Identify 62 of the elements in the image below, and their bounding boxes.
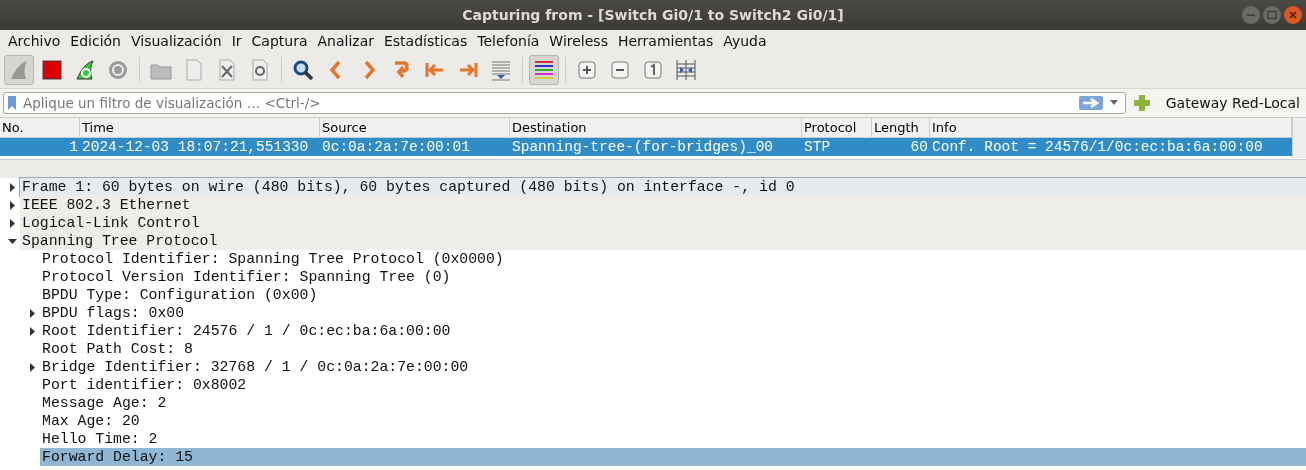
menu-item[interactable]: Archivo [3, 33, 66, 49]
tree-item[interactable]: Spanning Tree Protocol [20, 232, 1306, 250]
tree-item[interactable]: Hello Time: 2 [40, 430, 160, 448]
table-cell-text: 1 [68, 138, 79, 156]
tree-item[interactable]: Port identifier: 0x8002 [40, 376, 249, 394]
menu-item[interactable]: Estadísticas [379, 33, 473, 49]
window-title: Capturing from - [Switch Gi0/1 to Switch2 Gi0/1] [462, 7, 844, 23]
tree-item[interactable]: Max Age: 20 [40, 412, 142, 430]
menu-item[interactable]: Ayuda [718, 33, 772, 49]
column-header[interactable]: Destination [510, 118, 802, 137]
table-cell-text: 60 [909, 138, 929, 156]
menu-item[interactable]: Wireless [544, 33, 613, 49]
plus-icon[interactable] [1133, 95, 1150, 111]
tree-item[interactable]: Message Age: 2 [40, 394, 169, 412]
column-header[interactable]: Length [872, 118, 930, 137]
maximize-icon[interactable] [1263, 6, 1281, 24]
menu-item[interactable]: Telefonía [472, 33, 545, 49]
menu-item[interactable]: Ir [226, 33, 247, 49]
tree-item[interactable]: Root Identifier: 24576 / 1 / 0c:ec:ba:6a:00:00 [40, 322, 453, 340]
tree-item[interactable]: Logical-Link Control [20, 214, 1306, 232]
expand-arrow-icon[interactable] [7, 218, 17, 228]
display-filter-field[interactable]: Aplique un filtro de visualización … <Ctrl-/> [3, 92, 1126, 114]
apply-arrow-icon[interactable] [1078, 96, 1103, 110]
table-cell-text: STP [803, 138, 832, 156]
expand-arrow-icon[interactable] [27, 326, 37, 336]
tree-item[interactable]: Frame 1: 60 bytes on wire (480 bits), 60 bytes captured (480 bits) on interface -, id 0 [20, 178, 1306, 196]
menu-item[interactable]: Edición [65, 33, 126, 49]
menu-item[interactable]: Herramientas [612, 33, 719, 49]
column-header[interactable]: Protocol [802, 118, 872, 137]
column-header[interactable]: No. [0, 118, 80, 137]
minimize-icon[interactable] [1242, 6, 1260, 24]
column-header[interactable]: Source [320, 118, 510, 137]
filter-button[interactable]: Gateway Red-Local [1163, 95, 1302, 111]
expand-arrow-icon[interactable] [7, 182, 17, 192]
collapse-arrow-icon[interactable] [7, 236, 17, 246]
bookmark-icon[interactable] [7, 95, 17, 111]
colorize-icon[interactable] [529, 55, 559, 85]
close-icon[interactable] [1284, 6, 1302, 24]
vertical-scrollbar[interactable] [1292, 118, 1306, 158]
expand-arrow-icon[interactable] [7, 200, 17, 210]
expand-arrow-icon[interactable] [27, 308, 37, 318]
tree-item[interactable]: BPDU flags: 0x00 [40, 304, 187, 322]
packet-row[interactable]: 1 2024-12-03 18:07:21,551330 0c:0a:2a:7e:00:01 Spanning-tree-(for-bridges)_00 STP 60 Conf. Root = 24576/1/0c:ec:ba:6a:00:00 [0, 138, 1292, 156]
tree-item[interactable]: Root Path Cost: 8 [40, 340, 195, 358]
expand-arrow-icon[interactable] [27, 362, 37, 372]
tree-item[interactable]: Forward Delay: 15 [40, 448, 1306, 466]
column-header[interactable]: Time [80, 118, 320, 137]
tree-item[interactable]: IEEE 802.3 Ethernet [20, 196, 1306, 214]
table-cell-text: Conf. Root = 24576/1/0c:ec:ba:6a:00:00 [931, 138, 1264, 156]
table-cell-text: 0c:0a:2a:7e:00:01 [321, 138, 471, 156]
tree-item[interactable]: Protocol Identifier: Spanning Tree Protocol (0x0000) [40, 250, 506, 268]
menu-item[interactable]: Visualización [126, 33, 227, 49]
tree-item[interactable]: BPDU Type: Configuration (0x00) [40, 286, 320, 304]
filter-input[interactable]: Aplique un filtro de visualización … <Ctrl-/> [23, 95, 1073, 111]
dropdown-caret-icon[interactable] [1108, 100, 1119, 106]
horizontal-scrollbar[interactable] [0, 159, 1306, 174]
table-cell-text: 2024-12-03 18:07:21,551330 [81, 138, 310, 156]
tree-item[interactable]: Bridge Identifier: 32768 / 1 / 0c:0a:2a:7e:00:00 [40, 358, 471, 376]
table-cell-text: Spanning-tree-(for-bridges)_00 [511, 138, 775, 156]
menu-item[interactable]: Analizar [312, 33, 379, 49]
menu-item[interactable]: Captura [246, 33, 313, 49]
tree-item[interactable]: Protocol Version Identifier: Spanning Tree (0) [40, 268, 453, 286]
